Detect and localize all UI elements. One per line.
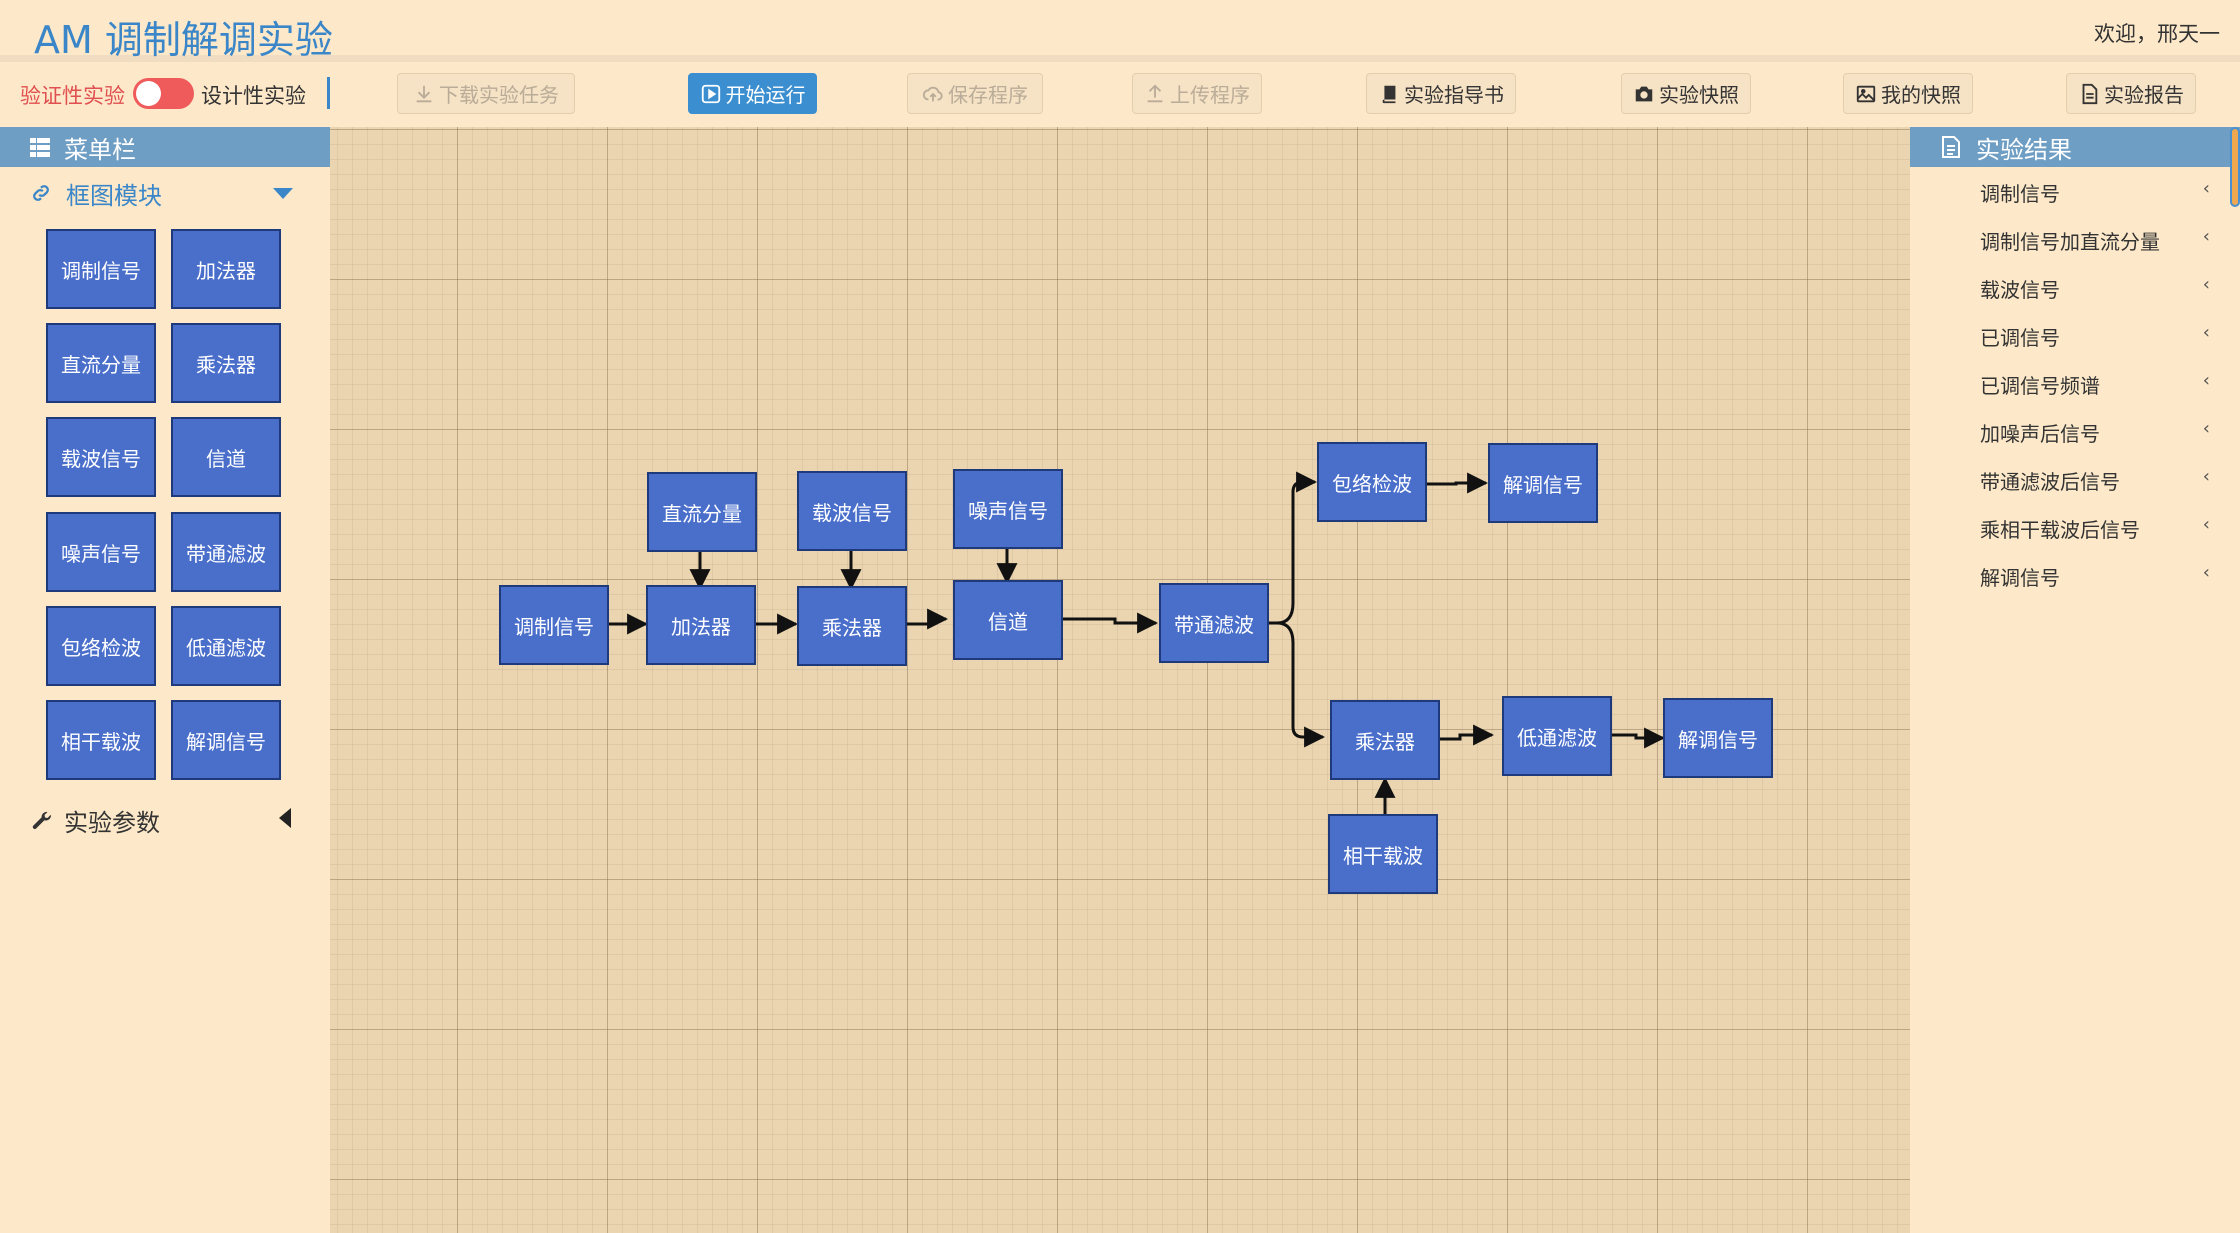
download-task-button[interactable]: 下载实验任务 — [397, 73, 575, 114]
mode-toggle[interactable] — [133, 78, 194, 109]
grid-icon — [30, 138, 50, 157]
palette-block[interactable]: 带通滤波 — [171, 512, 281, 592]
params-section-label: 实验参数 — [64, 809, 160, 837]
result-item[interactable]: 调制信号 ‹ — [1980, 178, 2210, 207]
canvas-block[interactable]: 噪声信号 — [953, 469, 1063, 549]
save-program-button[interactable]: 保存程序 — [907, 73, 1043, 114]
lab-report-button[interactable]: 实验报告 — [2066, 73, 2196, 114]
wire — [1612, 727, 1666, 749]
snapshot-button[interactable]: 实验快照 — [1621, 73, 1751, 114]
result-item[interactable]: 乘相干载波后信号 ‹ — [1980, 514, 2210, 543]
canvas-block[interactable]: 解调信号 — [1663, 698, 1773, 778]
toolbar: 验证性实验 设计性实验 下载实验任务 开始运行 保存程序 上传程序 实验指导书 … — [0, 69, 2240, 124]
mode-verify-label[interactable]: 验证性实验 — [20, 80, 125, 110]
block-section-toggle[interactable]: 框图模块 — [0, 167, 330, 219]
palette-block[interactable]: 包络检波 — [46, 606, 156, 686]
link-icon — [33, 185, 49, 201]
header: AM 调制解调实验 欢迎，邢天一 — [0, 0, 2240, 62]
result-item[interactable]: 已调信号频谱 ‹ — [1980, 370, 2210, 399]
palette-block[interactable]: 低通滤波 — [171, 606, 281, 686]
menu-title: 菜单栏 — [64, 135, 136, 164]
cloud-upload-icon — [922, 86, 943, 101]
download-icon — [416, 85, 432, 102]
params-section-toggle[interactable]: 实验参数 — [30, 803, 160, 838]
palette-block[interactable]: 相干载波 — [46, 700, 156, 780]
menu-header: 菜单栏 — [0, 127, 330, 167]
toolbar-divider — [327, 77, 330, 109]
wire — [906, 608, 949, 630]
wrench-icon — [32, 811, 51, 829]
welcome-text: 欢迎，邢天一 — [2094, 22, 2220, 46]
chevron-left-icon: ‹ — [2202, 274, 2210, 295]
canvas-block[interactable]: 乘法器 — [1330, 700, 1440, 780]
results-panel: 实验结果 调制信号 ‹ 调制信号加直流分量 ‹ 载波信号 ‹ 已调信号 ‹ 已调信号频谱… — [1910, 127, 2240, 1233]
wire — [1427, 472, 1489, 494]
palette-block[interactable]: 噪声信号 — [46, 512, 156, 592]
book-icon — [1382, 85, 1396, 103]
block-section-label: 框图模块 — [66, 181, 162, 210]
canvas-block[interactable]: 低通滤波 — [1502, 696, 1612, 776]
canvas-block[interactable]: 包络检波 — [1317, 442, 1427, 522]
result-item[interactable]: 带通滤波后信号 ‹ — [1980, 466, 2210, 495]
start-run-button[interactable]: 开始运行 — [688, 73, 817, 114]
upload-icon — [1147, 83, 1163, 102]
canvas-block[interactable]: 直流分量 — [647, 472, 757, 552]
upload-program-button[interactable]: 上传程序 — [1132, 73, 1262, 114]
canvas-block[interactable]: 加法器 — [646, 585, 756, 665]
chevron-left-icon: ‹ — [2202, 514, 2210, 535]
picture-icon — [1856, 85, 1876, 102]
result-item[interactable]: 调制信号加直流分量 ‹ — [1980, 226, 2210, 255]
chevron-left-icon: ‹ — [2202, 178, 2210, 199]
wire — [1438, 724, 1495, 746]
result-item[interactable]: 解调信号 ‹ — [1980, 562, 2210, 591]
canvas-block[interactable]: 乘法器 — [797, 586, 907, 666]
chevron-left-icon: ‹ — [2202, 370, 2210, 391]
canvas-block[interactable]: 信道 — [953, 580, 1063, 660]
toggle-knob — [136, 81, 161, 106]
chevron-left-icon: ‹ — [2202, 562, 2210, 583]
caret-left-icon — [279, 808, 291, 828]
report-icon — [2082, 83, 2098, 104]
results-title: 实验结果 — [1976, 135, 2072, 164]
result-item[interactable]: 已调信号 ‹ — [1980, 322, 2210, 351]
palette-block[interactable]: 乘法器 — [171, 323, 281, 403]
canvas-block[interactable]: 带通滤波 — [1159, 583, 1269, 663]
chevron-left-icon: ‹ — [2202, 466, 2210, 487]
camera-icon — [1635, 86, 1653, 101]
chevron-left-icon: ‹ — [2202, 322, 2210, 343]
diagram-canvas[interactable]: 调制信号 直流分量 加法器 载波信号 乘法器 噪声信号 信道 带通滤波 包络检波… — [330, 127, 1910, 1233]
lab-guide-button[interactable]: 实验指导书 — [1366, 73, 1516, 114]
document-icon — [1942, 136, 1960, 158]
result-item[interactable]: 载波信号 ‹ — [1980, 274, 2210, 303]
results-header: 实验结果 — [1910, 127, 2240, 167]
palette-block[interactable]: 信道 — [171, 417, 281, 497]
results-scrollbar[interactable] — [2230, 127, 2240, 207]
wire — [1265, 471, 1318, 625]
wire-layer — [608, 471, 1666, 863]
menu-sidebar: 菜单栏 框图模块 调制信号 加法器 直流分量 乘法器 载波信号 信道 噪声信号 … — [0, 127, 330, 1233]
palette-block[interactable]: 加法器 — [171, 229, 281, 309]
canvas-block[interactable]: 解调信号 — [1488, 443, 1598, 523]
palette-block[interactable]: 载波信号 — [46, 417, 156, 497]
mode-design-label[interactable]: 设计性实验 — [201, 80, 306, 110]
page-title: AM 调制解调实验 — [34, 18, 333, 62]
wire — [1265, 621, 1326, 748]
canvas-block[interactable]: 相干载波 — [1328, 814, 1438, 894]
chevron-left-icon: ‹ — [2202, 418, 2210, 439]
wire — [1062, 612, 1159, 634]
result-item[interactable]: 加噪声后信号 ‹ — [1980, 418, 2210, 447]
palette-block[interactable]: 解调信号 — [171, 700, 281, 780]
palette-block[interactable]: 直流分量 — [46, 323, 156, 403]
canvas-block[interactable]: 调制信号 — [499, 585, 609, 665]
palette-block[interactable]: 调制信号 — [46, 229, 156, 309]
play-icon — [701, 84, 720, 103]
canvas-block[interactable]: 载波信号 — [797, 471, 907, 551]
chevron-left-icon: ‹ — [2202, 226, 2210, 247]
caret-down-icon — [273, 188, 293, 199]
my-snapshots-button[interactable]: 我的快照 — [1843, 73, 1973, 114]
